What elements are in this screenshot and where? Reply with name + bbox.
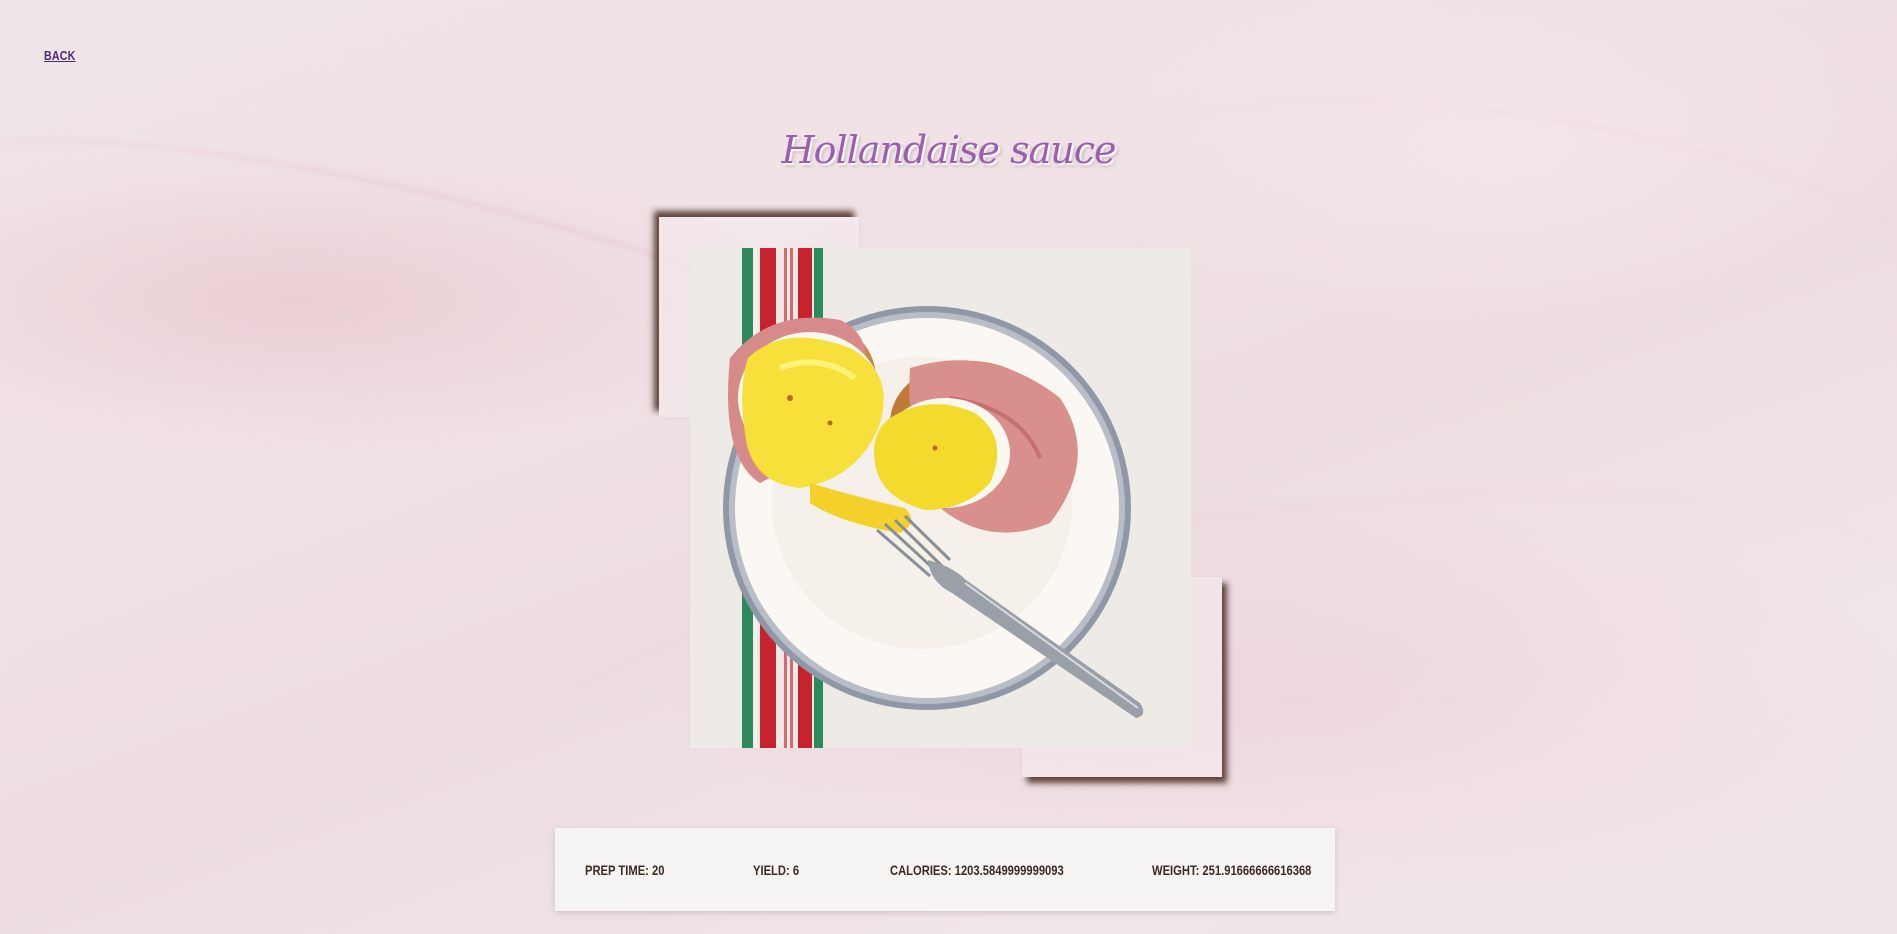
weight-value: 251.91666666616368 xyxy=(1202,862,1312,878)
yield-value: 6 xyxy=(792,862,800,878)
weight-stat: WEIGHT251.91666666616368 xyxy=(1152,862,1311,878)
weight-label: WEIGHT xyxy=(1152,862,1202,878)
yield-stat: YIELD6 xyxy=(753,862,799,878)
recipe-stats-bar: PREP TIME20 YIELD6 CALORIES1203.58499999… xyxy=(555,828,1335,911)
recipe-image-frame xyxy=(659,217,1222,777)
calories-label: CALORIES xyxy=(890,862,955,878)
prep-time-stat: PREP TIME20 xyxy=(585,862,664,878)
yield-label: YIELD xyxy=(753,862,793,878)
recipe-photo-illustration xyxy=(690,248,1191,748)
calories-stat: CALORIES1203.5849999999093 xyxy=(890,862,1064,878)
calories-value: 1203.5849999999093 xyxy=(954,862,1064,878)
prep-time-value: 20 xyxy=(652,862,665,878)
recipe-image xyxy=(690,248,1191,748)
recipe-title: Hollandaise sauce xyxy=(781,128,1116,172)
back-link[interactable]: BACK xyxy=(44,48,75,63)
prep-time-label: PREP TIME xyxy=(585,862,652,878)
